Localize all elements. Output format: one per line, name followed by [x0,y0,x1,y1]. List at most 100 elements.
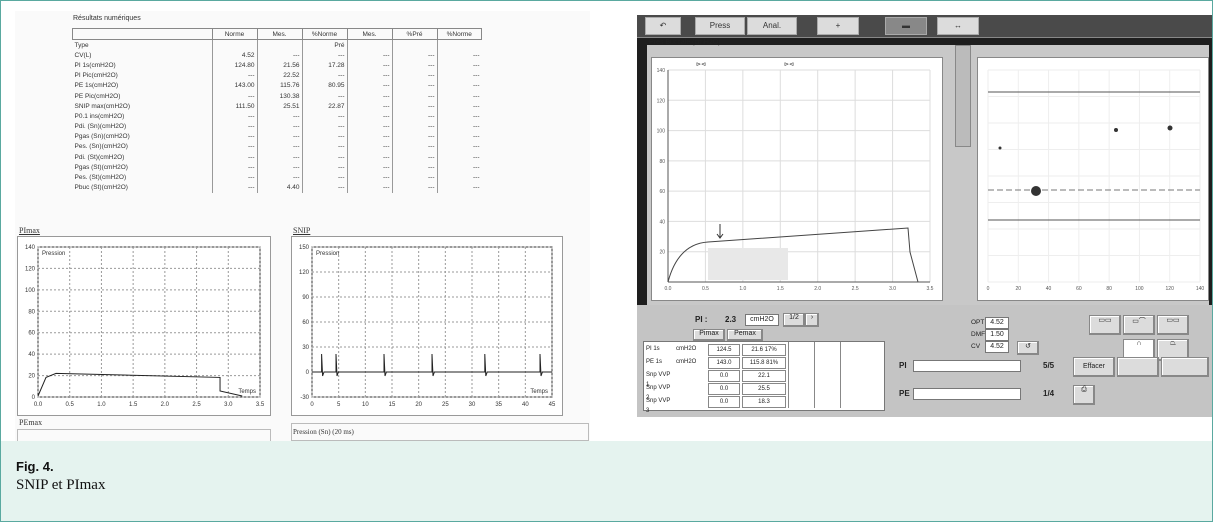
effacer-button[interactable]: Effacer [1073,357,1115,377]
results-cell: 17.28 [301,60,347,71]
x-unit-label: Temps [530,389,548,395]
results-cell: --- [436,141,482,153]
side-tab-strip[interactable] [955,45,971,147]
results-cell: --- [256,162,302,173]
values-empty-column [814,342,837,408]
dmf-field[interactable]: 1.50 [985,329,1009,341]
toolbar-tool-button[interactable]: ↔ [937,17,979,35]
values-b[interactable]: 21.6 17% [742,344,786,356]
results-cell: --- [391,172,437,183]
results-column-header: %Norme [436,28,482,40]
y-tick-label: 120 [299,270,310,276]
x-tick-label: 2.5 [852,286,859,292]
values-a[interactable]: 0.0 [708,370,740,382]
values-b[interactable]: 22.1 [742,370,786,382]
results-cell: 4.52 [211,50,257,61]
values-grid: PI 1s cmH2O 124.5 21.6 17% PE 1s cmH2O 143.0 11… [643,341,885,414]
software-screenshot: ↶ Press Anal. + ▬ ↔ Pres Buccale (cmH2O)… [637,15,1212,417]
x-tick-label: 1.0 [739,286,746,292]
action-button-3[interactable] [1161,357,1209,377]
toolbar-press-button[interactable]: Press [695,17,745,35]
opt-label: OPT [971,319,985,326]
results-cell: --- [301,111,347,122]
zoom-half-button[interactable]: 1/2 [783,313,805,327]
y-tick-label: 120 [25,266,36,272]
values-a[interactable]: 0.0 [708,396,740,408]
y-tick-label: 90 [302,295,309,301]
results-cell: --- [211,90,257,102]
results-row: Pdi. (St)(cmH2O) --- --- --- --- --- --- [73,152,482,163]
results-cell: --- [436,162,482,173]
trend-point [1167,125,1173,131]
cv-apply-button[interactable]: ↺ [1017,341,1039,355]
toolbar-undo-button[interactable]: ↶ [645,17,681,35]
action-button-2[interactable] [1117,357,1159,377]
selection-region[interactable] [708,248,788,280]
x-unit-label: Temps [238,389,256,395]
values-b[interactable]: 115.8 81% [742,357,786,369]
results-cell [391,39,437,51]
results-cell: --- [301,182,347,193]
tab-pimax[interactable]: Pimax [693,329,725,341]
x-tick-label: 3.0 [224,402,233,408]
toolbar-anal-button[interactable]: Anal. [747,17,797,35]
results-cell: Pgas (St)(cmH2O) [74,163,128,171]
values-b[interactable]: 25.5 [742,383,786,395]
mode-c-button[interactable]: ▭▭ [1157,315,1189,335]
results-cell: --- [346,131,392,142]
y-tick-label: 30 [302,345,309,351]
mode-a-button[interactable]: ▭▭ [1089,315,1121,335]
results-row: PE Pic(cmH2O) --- 130.38 --- --- --- --- [73,90,482,102]
results-row: Pes. (Sn)(cmH2O) --- --- --- --- --- --- [73,141,482,153]
pe-slider[interactable] [913,388,1021,400]
chart-legend: Pression [42,251,65,257]
results-cell: --- [301,141,347,153]
x-tick-label: 20 [1016,286,1022,292]
results-cell [346,39,392,51]
results-table: Norme Mes. %Norme Mes. %Pré %Norme Type Pré CV(… [72,28,482,193]
opt-field[interactable]: 4.52 [985,317,1009,329]
results-cell: --- [211,121,257,132]
ratio-1: 5/5 [1043,361,1055,370]
cv-field[interactable]: 4.52 [985,341,1009,353]
results-cell: --- [256,121,302,132]
results-cell: --- [436,90,482,102]
cursor-marker[interactable]: ⊳⊲ [696,62,706,68]
x-tick-label: 0 [987,286,990,292]
values-a[interactable]: 0.0 [708,383,740,395]
pi-unit-field[interactable]: cmH2O [745,314,779,326]
cursor-marker[interactable]: ⊳⊲ [784,62,794,68]
pi-slider[interactable] [913,360,1021,372]
results-cell: Pes. (Sn)(cmH2O) [74,143,128,151]
results-row: Type Pré [73,39,482,51]
x-tick-label: 3.5 [927,286,934,292]
print-icon-button[interactable]: ⎙ [1073,385,1095,405]
results-cell: --- [391,162,437,173]
control-strip: PI : 2.3 cmH2O 1/2 › Pimax Pemax PI 1s cm… [637,305,1212,417]
pimax-chart: 140 120 100 80 60 40 20 00.0 0.5 1.0 1.5 2.0 2.5 3.0 3… [25,245,265,408]
results-cell: --- [301,152,347,163]
values-a[interactable]: 124.5 [708,344,740,356]
results-report: Résultats numériques Norme Mes. %Norme Mes.… [15,11,590,443]
values-a[interactable]: 143.0 [708,357,740,369]
mode-b-button[interactable]: ▭⌒ [1123,315,1155,335]
values-b[interactable]: 18.3 [742,396,786,408]
results-cell: --- [256,50,302,61]
pi-label: PI : [695,315,708,324]
x-tick-label: 1.0 [97,402,106,408]
results-column-header: Mes. [346,28,393,40]
values-label: PI 1s [646,346,660,352]
results-cell [256,39,302,51]
results-cell: --- [391,141,437,153]
toolbar-print-button[interactable]: ▬ [885,17,927,35]
results-cell: 143.00 [211,80,257,91]
toolbar-cursor-button[interactable]: + [817,17,859,35]
next-button[interactable]: › [805,313,819,327]
results-cell: PE Pic(cmH2O) [74,92,121,100]
x-tick-label: 3.5 [256,402,265,408]
tab-pemax[interactable]: Pemax [727,329,763,341]
results-cell: --- [211,141,257,153]
figure-caption: Fig. 4. SNIP et PImax [1,441,1212,521]
results-cell: --- [346,162,392,173]
results-cell: --- [211,70,257,81]
